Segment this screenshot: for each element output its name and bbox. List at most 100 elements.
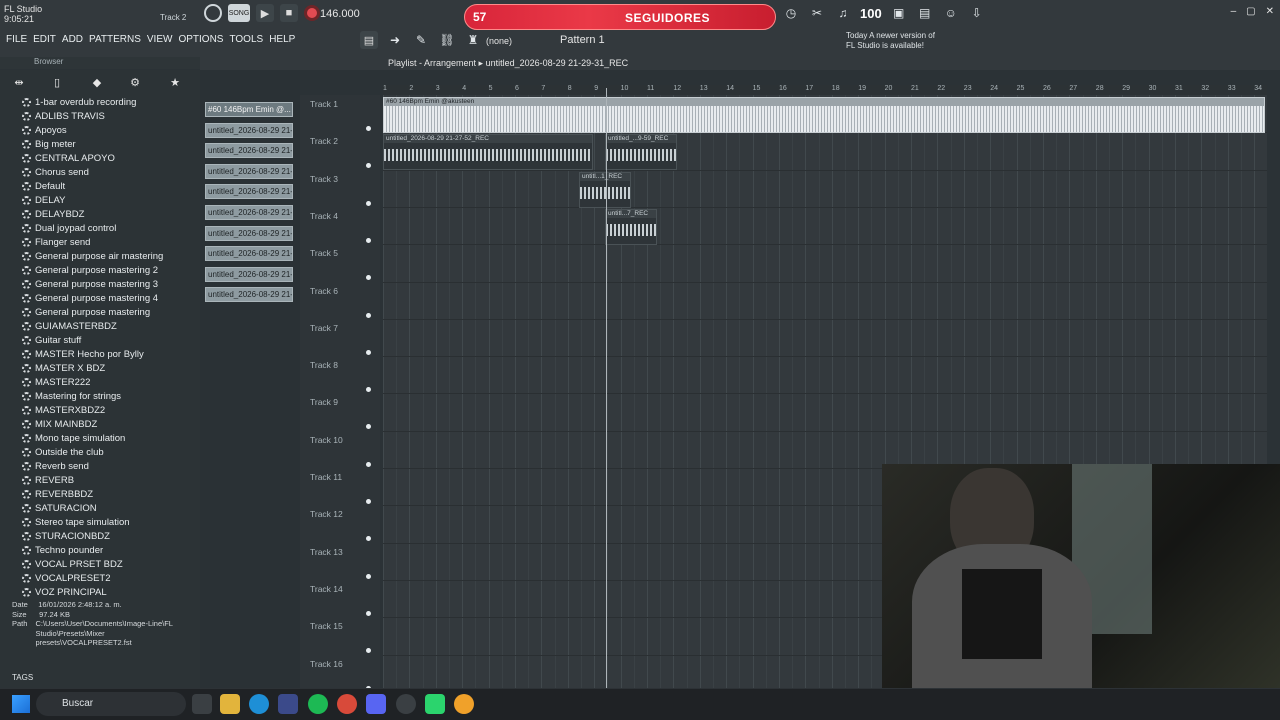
browser-item[interactable]: Guitar stuff (22, 333, 200, 347)
track-led[interactable] (366, 461, 371, 467)
audio-clip[interactable]: untitl...7_REC (605, 209, 657, 245)
browser-item[interactable]: CENTRAL APOYO (22, 151, 200, 165)
clip-source-item[interactable]: untitled_2026-08-29 21-... (205, 184, 293, 200)
timeline-ruler[interactable]: 1 2 3 4 5 6 7 8 9 10 11 12 13 14 15 16 17 18 19 20 21 22 23 24 2… (383, 85, 1267, 95)
browser-tab-files[interactable]: ▯ (46, 76, 68, 90)
browser-item[interactable]: General purpose mastering 2 (22, 263, 200, 277)
play-button[interactable]: ▶ (256, 4, 274, 22)
clip-source-item[interactable]: untitled_2026-08-29 21-... (205, 163, 293, 179)
link-icon[interactable]: ⛓ (438, 31, 456, 49)
stop-button[interactable]: ■ (280, 4, 298, 22)
arrow-right-icon[interactable]: ➜ (386, 31, 404, 49)
browser-item[interactable]: General purpose mastering (22, 305, 200, 319)
track-label[interactable]: Track 5 (310, 248, 338, 258)
browser-item[interactable]: Reverb send (22, 459, 200, 473)
fl-studio-icon[interactable] (454, 694, 474, 714)
browser-item[interactable]: MASTER Hecho por Bylly (22, 347, 200, 361)
clock-icon[interactable]: ◷ (782, 4, 800, 22)
browser-item[interactable]: STURACIONBDZ (22, 529, 200, 543)
menu-patterns[interactable]: PATTERNS (89, 34, 141, 45)
kick-icon[interactable] (425, 694, 445, 714)
browser-item[interactable]: Default (22, 179, 200, 193)
track-label[interactable]: Track 15 (310, 621, 343, 631)
discord-icon[interactable] (366, 694, 386, 714)
track-led[interactable] (366, 126, 371, 131)
track-label[interactable]: Track 4 (310, 211, 338, 221)
snap-selector[interactable]: (none) (486, 36, 512, 46)
track-label[interactable]: Track 2 (310, 136, 338, 146)
audio-clip[interactable]: untitled_2026-08-29 21-27-52_REC (383, 134, 593, 170)
menu-tools[interactable]: TOOLS (229, 34, 263, 45)
tempo-display[interactable]: 146.000 (320, 8, 360, 20)
browser-item[interactable]: Dual joypad control (22, 221, 200, 235)
browser-item[interactable]: GUIAMASTERBDZ (22, 319, 200, 333)
close-icon[interactable]: ✕ (1266, 6, 1274, 17)
track-label[interactable]: Track 1 (310, 99, 338, 109)
chrome-icon[interactable] (337, 694, 357, 714)
track-label[interactable]: Track 16 (310, 659, 343, 669)
windows-start-icon[interactable] (12, 695, 30, 713)
mixer-icon[interactable]: ▤ (916, 4, 934, 22)
track-label[interactable]: Track 13 (310, 547, 343, 557)
browser-item[interactable]: General purpose mastering 3 (22, 277, 200, 291)
track-led[interactable] (366, 573, 371, 579)
taskbar-search[interactable]: Buscar (36, 692, 186, 716)
store-icon[interactable] (278, 694, 298, 714)
browser-item[interactable]: ADLIBS TRAVIS (22, 109, 200, 123)
browser-item[interactable]: REVERBBDZ (22, 487, 200, 501)
clip-source-item[interactable]: untitled_2026-08-29 21-... (205, 205, 293, 220)
edge-icon[interactable] (249, 694, 269, 714)
browser-item[interactable]: Chorus send (22, 165, 200, 179)
browser-item[interactable]: Techno pounder (22, 543, 200, 557)
track-label[interactable]: Track 3 (310, 174, 338, 184)
track-label[interactable]: Track 10 (310, 435, 343, 445)
menu-options[interactable]: OPTIONS (178, 34, 223, 45)
track-led[interactable] (366, 237, 371, 243)
track-led[interactable] (366, 349, 371, 355)
clip-source-item[interactable]: untitled_2026-08-29 21-... (205, 246, 293, 262)
pattern-selector[interactable]: Pattern 1 (560, 34, 605, 46)
clip-source-item[interactable]: untitled_2026-08-29 21-... (205, 225, 293, 241)
track-led[interactable] (366, 200, 371, 206)
stamp-icon[interactable]: ♜ (464, 31, 482, 49)
audio-clip[interactable]: untitled_...9-59_REC (605, 134, 677, 170)
record-button[interactable] (304, 5, 320, 21)
metronome-icon[interactable]: ✂ (808, 4, 826, 22)
browser-item[interactable]: MASTER X BDZ (22, 361, 200, 375)
menu-edit[interactable]: EDIT (33, 34, 56, 45)
browser-item[interactable]: MIX MAINBDZ (22, 417, 200, 431)
brush-icon[interactable]: ✎ (412, 31, 430, 49)
obs-icon[interactable] (396, 694, 416, 714)
track-label[interactable]: Track 6 (310, 286, 338, 296)
spotify-icon[interactable] (308, 694, 328, 714)
file-explorer-icon[interactable] (220, 694, 240, 714)
track-label[interactable]: Track 8 (310, 360, 338, 370)
clip-source-item[interactable]: #60 146Bpm Emin @... (205, 102, 293, 117)
track-label[interactable]: Track 12 (310, 509, 343, 519)
browser-item[interactable]: VOCALPRESET2 (22, 571, 200, 585)
pattern-song-knob[interactable] (204, 4, 222, 22)
audio-clip[interactable]: untitl...1_REC (579, 172, 631, 208)
track-led[interactable] (366, 499, 371, 504)
clip-source-item[interactable]: untitled_2026-08-29 21-... (205, 287, 293, 303)
browser-item[interactable]: Stereo tape simulation (22, 515, 200, 529)
browser-item[interactable]: DELAYBDZ (22, 207, 200, 221)
browser-item[interactable]: MASTERXBDZ2 (22, 403, 200, 417)
task-view-icon[interactable] (192, 694, 212, 714)
track-label[interactable]: Track 9 (310, 397, 338, 407)
chat-icon[interactable]: ☺ (942, 4, 960, 22)
menu-help[interactable]: HELP (269, 34, 295, 45)
clip-source-item[interactable]: untitled_2026-08-29 21-... (205, 266, 293, 282)
browser-tab-all[interactable]: ⇹ (8, 76, 30, 90)
browser-item[interactable]: DELAY (22, 193, 200, 207)
browser-item[interactable]: Mono tape simulation (22, 431, 200, 445)
track-label[interactable]: Track 7 (310, 323, 338, 333)
browser-item[interactable]: Big meter (22, 137, 200, 151)
browser-item[interactable]: REVERB (22, 473, 200, 487)
microphone-icon[interactable]: ♫ (834, 4, 852, 22)
menu-file[interactable]: FILE (6, 34, 27, 45)
browser-item[interactable]: 1-bar overdub recording (22, 95, 200, 109)
browser-item[interactable]: VOCAL PRSET BDZ (22, 557, 200, 571)
download-icon[interactable]: ⇩ (968, 4, 986, 22)
browser-tab-db[interactable]: ⚙ (124, 76, 146, 90)
